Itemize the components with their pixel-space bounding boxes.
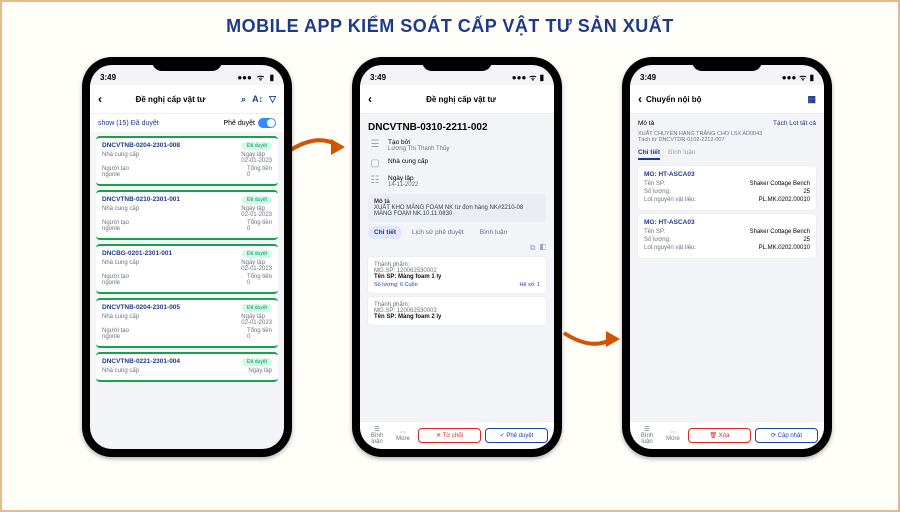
bottom-bar: ☰Bình luận ⋯More 🗑 Xóa ⟳ Cập nhật (630, 421, 824, 449)
battery-icon: ▮ (810, 73, 814, 82)
desc-label: Mô tả (638, 120, 654, 127)
tab-history[interactable]: Lịch sử phê duyệt (406, 226, 470, 239)
list-item[interactable]: DNCVTNB-0204-2301-005Đã duyệt Nhà cung c… (96, 298, 278, 348)
tab-comment[interactable]: Bình luận (668, 149, 695, 160)
product-card[interactable]: Thành phẩm: MG.SP: 120062530002 Tên SP: … (368, 257, 546, 293)
transfer-card[interactable]: MG: HT-ASCA03 Tên SP:Shaker Cottage Benc… (638, 214, 816, 258)
list-item[interactable]: DNCVTNB-0210-2301-001Đã duyệt Nhà cung c… (96, 190, 278, 240)
tab-comment[interactable]: Bình luận (474, 226, 513, 239)
comment-icon[interactable]: ☰Bình luận (636, 426, 658, 445)
filter-icon[interactable]: ▽ (269, 94, 276, 105)
phone-transfer: 3:49 ●●●ᯤ▮ ‹ Chuyển nội bộ ▦ Mô tảTách L… (622, 57, 832, 457)
battery-icon: ▮ (540, 73, 544, 82)
qr-icon[interactable]: ▦ (807, 94, 816, 105)
person-icon: ☰ (368, 139, 382, 150)
creator-row: ☰ Tạo bởiLương Thị Thanh Thủy (368, 139, 546, 152)
sort-icon[interactable]: A↕ (252, 94, 263, 104)
filter-row: show (15) Đã duyệt Phê duyệt (90, 114, 284, 132)
copy-all-icon[interactable]: ⧉ (530, 243, 536, 252)
reject-button[interactable]: ✕ Từ chối (418, 428, 481, 443)
screen-title: Đề nghị cấp vật tư (106, 95, 235, 104)
tab-detail[interactable]: Chi tiết (638, 149, 660, 160)
split-lot-link[interactable]: Tách Lot tất cả (773, 120, 816, 127)
transfer-tabs: Chi tiết Bình luận (638, 149, 816, 160)
signal-icon: ●●● (237, 73, 252, 82)
update-button[interactable]: ⟳ Cập nhật (755, 428, 818, 443)
signal-icon: ●●● (782, 73, 797, 82)
signal-icon: ●●● (512, 73, 527, 82)
topbar: ‹ Chuyển nội bộ ▦ (630, 85, 824, 114)
more-icon[interactable]: ⋯More (392, 429, 414, 442)
more-icon[interactable]: ⋯More (662, 429, 684, 442)
phone-detail: 3:49 ●●●ᯤ▮ ‹ Đề nghị cấp vật tư DNCVTNB-… (352, 57, 562, 457)
comment-icon[interactable]: ☰Bình luận (366, 426, 388, 445)
screen-title: Đề nghị cấp vật tư (376, 95, 546, 104)
list-item[interactable]: DNCVTNB-0221-2301-004Đã duyệt Nhà cung c… (96, 352, 278, 382)
wifi-icon: ᯤ (799, 73, 806, 82)
grid-toggle-icon[interactable]: ◧ (540, 243, 546, 252)
product-card[interactable]: Thành phẩm: MG.SP: 120062530003 Tên SP: … (368, 297, 546, 325)
bottom-bar: ☰Bình luận ⋯More ✕ Từ chối ✓ Phê duyệt (360, 421, 554, 449)
date-row: ☷ Ngày lập14-11-2022 (368, 175, 546, 188)
supplier-icon: ▢ (368, 158, 382, 169)
request-list: DNCVTNB-0204-2301-008Đã duyệt Nhà cung c… (90, 132, 284, 386)
detail-tabs: Chi tiết Lịch sử phê duyệt Bình luận (368, 226, 546, 239)
transfer-card[interactable]: MG: HT-ASCA03 Tên SP:Shaker Cottage Benc… (638, 166, 816, 210)
calendar-icon: ☷ (368, 175, 382, 186)
back-icon[interactable]: ‹ (638, 92, 642, 106)
screen-title: Chuyển nội bộ (646, 95, 801, 104)
phone-list: 3:49 ●●● ᯤ ▮ ‹ Đề nghị cấp vật tư ⌕ A↕ ▽… (82, 57, 292, 457)
supplier-row: ▢ Nhà cung cấp (368, 158, 546, 169)
show-label[interactable]: show (15) Đã duyệt (98, 120, 159, 127)
approve-button[interactable]: ✓ Phê duyệt (485, 428, 548, 443)
topbar: ‹ Đề nghị cấp vật tư (360, 85, 554, 114)
status-icons: ●●● ᯤ ▮ (234, 72, 274, 83)
topbar: ‹ Đề nghị cấp vật tư ⌕ A↕ ▽ (90, 85, 284, 114)
list-item[interactable]: DNCVTNB-0204-2301-008Đã duyệt Nhà cung c… (96, 136, 278, 186)
arrow-icon (287, 137, 347, 157)
search-icon[interactable]: ⌕ (241, 94, 246, 105)
tab-detail[interactable]: Chi tiết (368, 226, 402, 239)
approve-toggle[interactable]: Phê duyệt (223, 118, 276, 128)
battery-icon: ▮ (270, 73, 274, 82)
page-title: MOBILE APP KIỂM SOÁT CẤP VẬT TƯ SẢN XUẤT (2, 16, 898, 37)
delete-button[interactable]: 🗑 Xóa (688, 428, 751, 443)
back-icon[interactable]: ‹ (98, 92, 102, 106)
toggle-icon[interactable] (258, 118, 276, 128)
list-item[interactable]: DNCBG-0201-2301-001Đã duyệt Nhà cung cấp… (96, 244, 278, 294)
description-box: Mô tả XUẤT KHO MÀNG FOAM NK từ đơn hàng … (368, 194, 546, 222)
arrow-icon (562, 327, 622, 347)
wifi-icon: ᯤ (529, 73, 536, 82)
request-code: DNCVTNB-0310-2211-002 (368, 122, 546, 133)
back-icon[interactable]: ‹ (368, 92, 372, 106)
wifi-icon: ᯤ (257, 73, 264, 82)
desc-text: XUẤT CHUYỂN HÀNG TRẮNG CHO LSX AD0043Tác… (638, 131, 816, 143)
